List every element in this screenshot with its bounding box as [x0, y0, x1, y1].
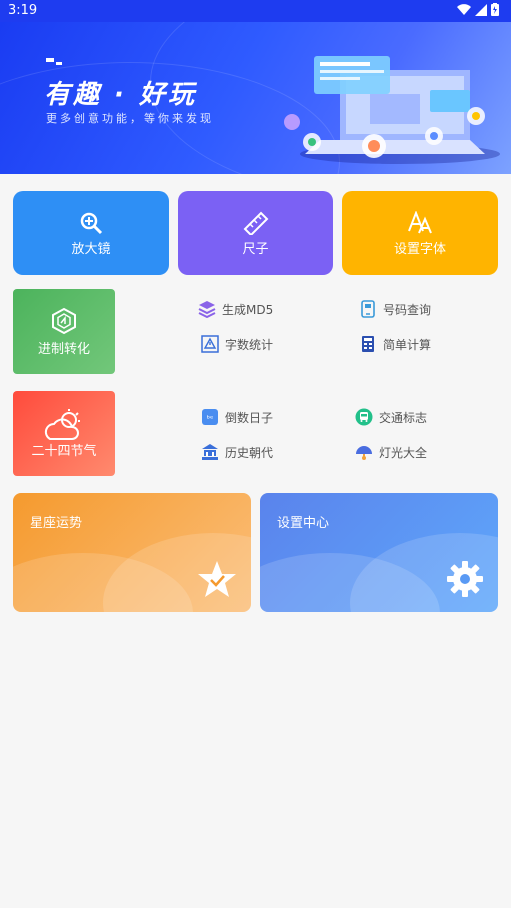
warning-doc-icon	[201, 335, 219, 353]
word-count-label: 字数统计	[225, 337, 274, 352]
calculator-item[interactable]: 简单计算	[359, 335, 431, 353]
banner-dash	[56, 62, 62, 65]
traffic-sign-label: 交通标志	[379, 410, 428, 425]
base-convert-label: 进制转化	[37, 342, 90, 357]
ruler-label: 尺子	[242, 242, 269, 257]
ruler-icon	[243, 211, 268, 235]
solar-terms-card[interactable]: 二十四节气	[13, 391, 115, 476]
status-time: 3:19	[8, 3, 38, 18]
svg-text:ᵇᵉ: ᵇᵉ	[207, 414, 214, 423]
md5-item[interactable]: 生成MD5	[198, 300, 273, 318]
battery-icon	[491, 3, 499, 16]
font-card[interactable]: 设置字体	[342, 191, 498, 275]
magnifier-icon	[80, 212, 103, 235]
word-count-item[interactable]: 字数统计	[201, 335, 273, 353]
gear-icon	[447, 561, 483, 597]
banner-title: 有趣 · 好玩	[44, 80, 197, 110]
status-icons	[457, 3, 499, 16]
signal-icon	[475, 3, 487, 16]
font-icon	[408, 211, 432, 234]
base-convert-card[interactable]: 进制转化	[13, 289, 115, 374]
magnifier-card[interactable]: 放大镜	[13, 191, 169, 275]
font-label: 设置字体	[393, 242, 446, 257]
phone-query-label: 号码查询	[383, 302, 432, 317]
banner-subtitle: 更多创意功能，等你来发现	[46, 112, 214, 125]
temple-icon	[201, 443, 219, 461]
cloud-sun-icon	[44, 409, 80, 440]
calculator-icon	[359, 335, 377, 353]
settings-card[interactable]: 设置中心	[260, 493, 498, 612]
magnifier-label: 放大镜	[71, 242, 111, 257]
lights-label: 灯光大全	[379, 445, 428, 460]
traffic-sign-item[interactable]: 交通标志	[355, 408, 427, 426]
status-bar: 3:19	[0, 0, 511, 22]
phone-query-item[interactable]: 号码查询	[359, 300, 431, 318]
wifi-icon	[457, 3, 471, 15]
phone-icon	[359, 300, 377, 318]
calculator-label: 简单计算	[383, 337, 432, 352]
layers-icon	[198, 300, 216, 318]
bus-icon	[355, 408, 373, 426]
settings-label: 设置中心	[277, 516, 330, 531]
ruler-card[interactable]: 尺子	[178, 191, 333, 275]
lights-item[interactable]: 灯光大全	[355, 443, 427, 461]
countdown-item[interactable]: ᵇᵉ 倒数日子	[201, 408, 273, 426]
banner-dash	[46, 58, 54, 62]
star-icon	[198, 561, 236, 597]
countdown-label: 倒数日子	[225, 410, 274, 425]
hexagon-icon	[52, 307, 76, 335]
horoscope-card[interactable]: 星座运势	[13, 493, 251, 612]
solar-terms-label: 二十四节气	[31, 444, 97, 459]
laptop-illustration	[284, 56, 500, 164]
lamp-icon	[355, 443, 373, 461]
horoscope-label: 星座运势	[30, 516, 83, 531]
md5-label: 生成MD5	[222, 302, 274, 317]
dynasty-item[interactable]: 历史朝代	[201, 443, 273, 461]
calendar-icon: ᵇᵉ	[201, 408, 219, 426]
hero-banner[interactable]: 有趣 · 好玩 更多创意功能，等你来发现	[0, 22, 511, 174]
dynasty-label: 历史朝代	[225, 445, 274, 460]
